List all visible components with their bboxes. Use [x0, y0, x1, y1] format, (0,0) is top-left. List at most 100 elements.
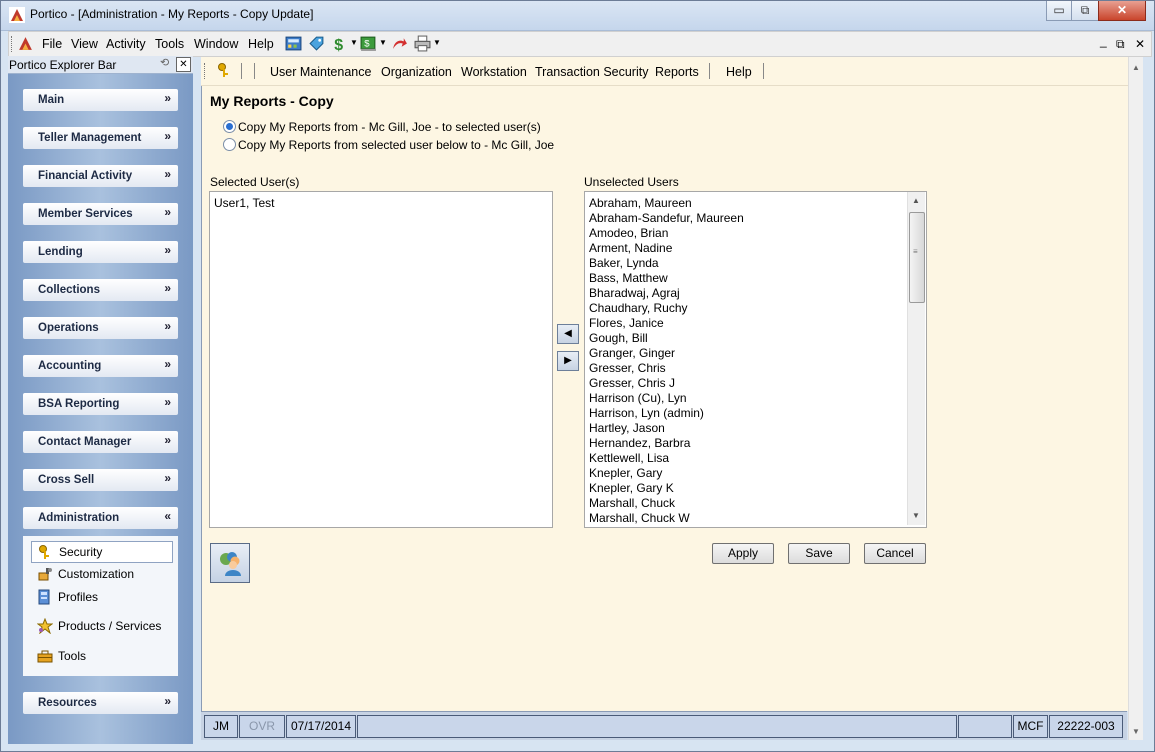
admin-item-profiles[interactable]: Profiles: [31, 587, 171, 607]
list-item[interactable]: Hartley, Jason: [589, 421, 665, 435]
arrow-left-icon: ◀: [564, 328, 572, 339]
pin-icon[interactable]: ⟲: [160, 56, 173, 70]
copy-to-me-label[interactable]: Copy My Reports from selected user below…: [238, 138, 554, 152]
scroll-up-icon[interactable]: ▲: [1132, 63, 1140, 72]
nav-organization[interactable]: Organization: [381, 65, 452, 79]
toolbox-icon: [37, 650, 53, 663]
move-right-button[interactable]: ▶: [557, 351, 579, 371]
panel-bsa-reporting[interactable]: BSA Reporting »: [23, 393, 178, 415]
admin-item-tools[interactable]: Tools: [31, 646, 171, 666]
list-item[interactable]: Marshall, Chuck: [589, 496, 675, 510]
list-item[interactable]: Harrison, Lyn (admin): [589, 406, 704, 420]
grip-handle[interactable]: [11, 36, 15, 52]
portico-menu-icon[interactable]: [17, 35, 34, 52]
minimize-button[interactable]: ▭: [1046, 1, 1072, 21]
list-item[interactable]: Knepler, Gary K: [589, 481, 674, 495]
panel-resources[interactable]: Resources »: [23, 692, 178, 714]
list-item[interactable]: Knepler, Gary: [589, 466, 662, 480]
list-item[interactable]: Abraham-Sandefur, Maureen: [589, 211, 744, 225]
panel-main[interactable]: Main »: [23, 89, 178, 111]
explorer-close-icon[interactable]: ✕: [176, 57, 191, 72]
copy-from-me-label[interactable]: Copy My Reports from - Mc Gill, Joe - to…: [238, 120, 541, 134]
list-scrollbar[interactable]: ▲ ≡ ▼: [907, 192, 925, 525]
list-item[interactable]: Amodeo, Brian: [589, 226, 668, 240]
copy-from-me-radio[interactable]: [223, 120, 236, 133]
panel-collections[interactable]: Collections »: [23, 279, 178, 301]
list-item[interactable]: Kettlewell, Lisa: [589, 451, 669, 465]
list-item[interactable]: Granger, Ginger: [589, 346, 675, 360]
panel-cross-sell[interactable]: Cross Sell »: [23, 469, 178, 491]
restore-button[interactable]: ⧉: [1071, 1, 1099, 21]
tag-icon[interactable]: [308, 35, 325, 52]
panel-teller-management[interactable]: Teller Management »: [23, 127, 178, 149]
panel-accounting[interactable]: Accounting »: [23, 355, 178, 377]
menu-file[interactable]: File: [42, 37, 62, 51]
scroll-up-icon[interactable]: ▲: [912, 196, 920, 205]
svg-text:$: $: [364, 39, 370, 50]
dollar-icon[interactable]: $: [331, 35, 348, 52]
keys-icon[interactable]: [217, 62, 233, 78]
nav-workstation[interactable]: Workstation: [461, 65, 527, 79]
list-item[interactable]: Bharadwaj, Agraj: [589, 286, 680, 300]
scroll-down-icon[interactable]: ▼: [912, 511, 920, 520]
unselected-users-list[interactable]: Abraham, Maureen Abraham-Sandefur, Maure…: [584, 191, 927, 528]
menu-help[interactable]: Help: [248, 37, 274, 51]
calculator-icon[interactable]: [285, 35, 302, 52]
list-item[interactable]: Gresser, Chris: [589, 361, 666, 375]
panel-operations[interactable]: Operations »: [23, 317, 178, 339]
nav-transaction-security[interactable]: Transaction Security: [535, 65, 648, 79]
panel-member-services[interactable]: Member Services »: [23, 203, 178, 225]
list-item[interactable]: Hernandez, Barbra: [589, 436, 690, 450]
list-item[interactable]: Harrison (Cu), Lyn: [589, 391, 687, 405]
apply-button[interactable]: Apply: [712, 543, 774, 564]
scroll-down-icon[interactable]: ▼: [1132, 727, 1140, 736]
admin-item-customization[interactable]: Customization: [31, 564, 171, 584]
menu-view[interactable]: View: [71, 37, 98, 51]
list-item[interactable]: Chaudhary, Ruchy: [589, 301, 688, 315]
menu-window[interactable]: Window: [194, 37, 238, 51]
selected-users-list[interactable]: User1, Test: [209, 191, 553, 528]
list-item[interactable]: Gresser, Chris J: [589, 376, 675, 390]
chevron-up-icon: «: [164, 509, 171, 523]
grip-handle[interactable]: [204, 63, 207, 79]
list-item[interactable]: User1, Test: [214, 196, 274, 210]
list-item[interactable]: Baker, Lynda: [589, 256, 659, 270]
printer-icon[interactable]: [414, 35, 431, 52]
mdi-restore-icon[interactable]: ⧉: [1116, 37, 1125, 52]
nav-reports[interactable]: Reports: [655, 65, 699, 79]
save-button[interactable]: Save: [788, 543, 850, 564]
panel-contact-manager[interactable]: Contact Manager »: [23, 431, 178, 453]
copy-to-me-radio[interactable]: [223, 138, 236, 151]
panel-label: Collections: [38, 284, 100, 296]
menu-tools[interactable]: Tools: [155, 37, 184, 51]
main-scrollbar[interactable]: ▲ ▼: [1128, 57, 1143, 740]
list-item[interactable]: Flores, Janice: [589, 316, 664, 330]
mdi-close-icon[interactable]: ✕: [1135, 37, 1145, 51]
redo-arrow-icon[interactable]: [391, 35, 408, 52]
explorer-title: Portico Explorer Bar: [9, 58, 117, 72]
panel-administration[interactable]: Administration «: [23, 507, 178, 529]
user-group-button[interactable]: [210, 543, 250, 583]
scroll-thumb[interactable]: ≡: [909, 212, 925, 303]
list-item[interactable]: Arment, Nadine: [589, 241, 672, 255]
list-item[interactable]: Marshall, Chuck W: [589, 511, 690, 525]
cash-icon[interactable]: $: [360, 35, 377, 52]
mdi-minimize-icon[interactable]: _: [1100, 34, 1107, 48]
list-item[interactable]: Abraham, Maureen: [589, 196, 692, 210]
admin-item-products-services[interactable]: Products / Services: [31, 616, 171, 636]
menu-activity[interactable]: Activity: [106, 37, 146, 51]
nav-user-maintenance[interactable]: User Maintenance: [270, 65, 371, 79]
close-button[interactable]: ✕: [1098, 1, 1146, 21]
list-item[interactable]: Gough, Bill: [589, 331, 648, 345]
cancel-button[interactable]: Cancel: [864, 543, 926, 564]
nav-help[interactable]: Help: [726, 65, 752, 79]
panel-lending[interactable]: Lending »: [23, 241, 178, 263]
admin-item-security[interactable]: Security: [31, 541, 173, 563]
dropdown-arrow-icon[interactable]: ▼: [433, 38, 441, 47]
portico-app-icon[interactable]: [9, 7, 25, 23]
panel-financial-activity[interactable]: Financial Activity »: [23, 165, 178, 187]
dropdown-arrow-icon[interactable]: ▼: [350, 38, 358, 47]
move-left-button[interactable]: ◀: [557, 324, 579, 344]
list-item[interactable]: Bass, Matthew: [589, 271, 668, 285]
dropdown-arrow-icon[interactable]: ▼: [379, 38, 387, 47]
